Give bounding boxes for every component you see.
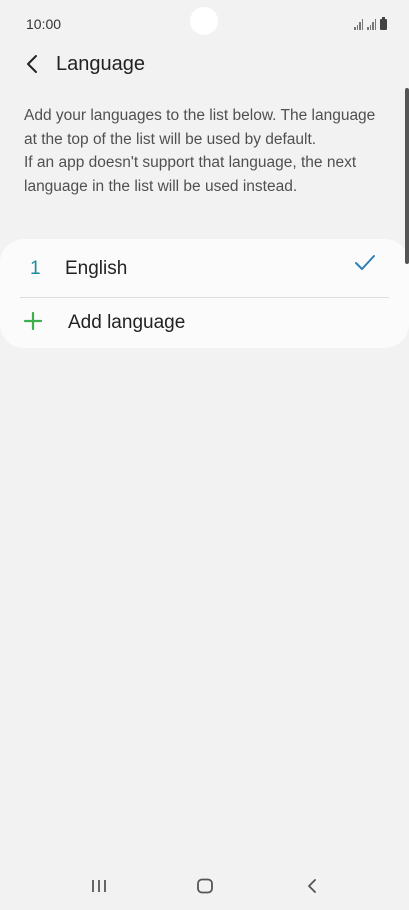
back-button[interactable] bbox=[18, 50, 46, 78]
add-language-label: Add language bbox=[68, 312, 186, 333]
scrollbar[interactable] bbox=[405, 88, 409, 264]
recents-icon bbox=[92, 880, 106, 892]
description: Add your languages to the list below. Th… bbox=[24, 104, 386, 198]
back-icon bbox=[308, 879, 316, 893]
signal-icon-2 bbox=[367, 19, 376, 30]
battery-icon bbox=[380, 17, 387, 30]
language-item-english[interactable]: 1 English bbox=[0, 239, 409, 298]
language-list-card: 1 English Add language bbox=[0, 239, 409, 348]
description-text-2: If an app doesn't support that language,… bbox=[24, 154, 357, 195]
app-header: Language bbox=[0, 46, 409, 86]
language-index: 1 bbox=[30, 258, 41, 279]
plus-icon bbox=[24, 312, 42, 330]
home-icon bbox=[197, 878, 213, 894]
recents-button[interactable] bbox=[85, 874, 113, 898]
camera-cutout bbox=[190, 7, 218, 35]
check-icon bbox=[355, 255, 375, 270]
status-bar: 10:00 bbox=[0, 0, 409, 46]
navigation-bar bbox=[0, 864, 409, 910]
language-name: English bbox=[65, 258, 128, 279]
status-icons bbox=[354, 16, 387, 30]
home-button[interactable] bbox=[191, 874, 219, 898]
signal-icon bbox=[354, 19, 363, 30]
chevron-left-icon bbox=[27, 55, 37, 73]
description-text-1: Add your languages to the list below. Th… bbox=[24, 107, 376, 148]
nav-back-button[interactable] bbox=[298, 874, 326, 898]
page-title: Language bbox=[56, 53, 145, 75]
status-time: 10:00 bbox=[26, 16, 62, 32]
add-language-button[interactable]: Add language bbox=[0, 298, 409, 348]
